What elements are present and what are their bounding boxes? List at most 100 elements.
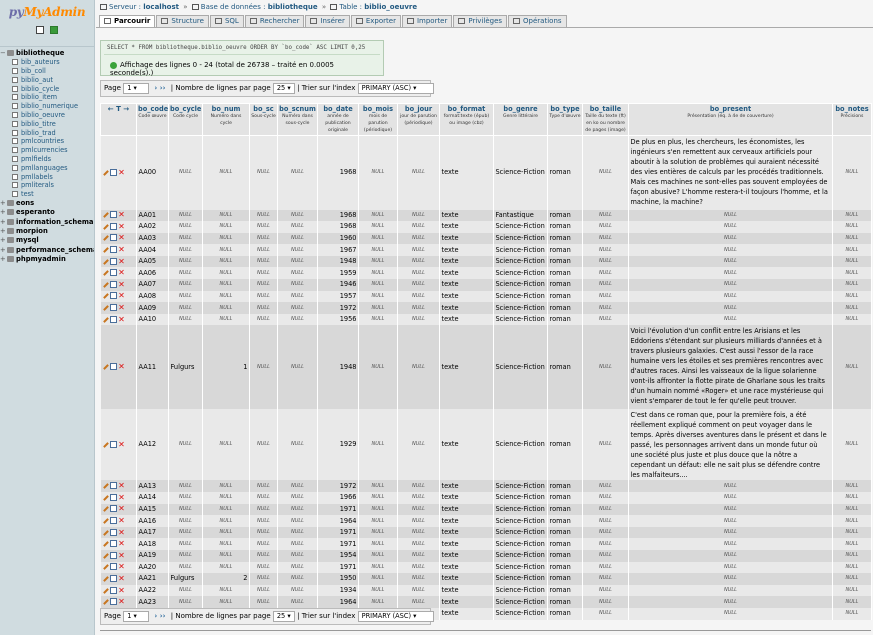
cell-notes[interactable]: NULL bbox=[832, 302, 872, 314]
cell-present[interactable]: NULL bbox=[628, 492, 833, 504]
expand-icon[interactable]: + bbox=[0, 246, 7, 255]
cell-type[interactable]: roman bbox=[547, 561, 583, 574]
table-item[interactable]: biblio_titre bbox=[0, 120, 94, 129]
column-header[interactable]: bo_cycle Code cycle bbox=[168, 103, 203, 136]
cell-date[interactable]: 1967 bbox=[317, 244, 359, 256]
edit-icon[interactable] bbox=[102, 494, 109, 501]
table-icon[interactable] bbox=[12, 164, 18, 171]
cell-cycle[interactable]: NULL bbox=[168, 209, 203, 222]
table-icon[interactable] bbox=[12, 85, 18, 92]
cell-date[interactable]: 1972 bbox=[317, 480, 359, 493]
cell-cycle[interactable]: NULL bbox=[168, 135, 203, 210]
column-name[interactable]: bo_type bbox=[549, 105, 581, 113]
table-row[interactable]: ✕ AA10 NULL NULL NULL NULL 1956 NULL NULL texte Sc… bbox=[100, 313, 872, 326]
cell-mois[interactable]: NULL bbox=[358, 244, 398, 256]
table-row[interactable]: ✕ AA03 NULL NULL NULL NULL 1960 NULL NULL texte Sc… bbox=[100, 232, 872, 245]
cell-genre[interactable]: Science-Fiction bbox=[493, 515, 548, 527]
cell-date[interactable]: 1968 bbox=[317, 209, 359, 222]
cell-cycle[interactable]: NULL bbox=[168, 279, 203, 291]
cell-cycle[interactable]: NULL bbox=[168, 538, 203, 550]
edit-icon[interactable] bbox=[102, 234, 109, 241]
cell-taille[interactable]: NULL bbox=[582, 325, 629, 410]
db-item[interactable]: + mysql bbox=[0, 236, 94, 245]
cell-num[interactable]: 1 bbox=[202, 325, 250, 410]
cell-format[interactable]: texte bbox=[439, 409, 494, 481]
cell-present[interactable]: NULL bbox=[628, 232, 833, 245]
cell-format[interactable]: texte bbox=[439, 480, 494, 493]
copy-icon[interactable] bbox=[110, 440, 117, 448]
table-icon[interactable] bbox=[12, 156, 18, 163]
copy-icon[interactable] bbox=[110, 482, 117, 490]
edit-icon[interactable] bbox=[102, 552, 109, 559]
cell-present[interactable]: NULL bbox=[628, 302, 833, 314]
copy-icon[interactable] bbox=[110, 292, 117, 300]
copy-icon[interactable] bbox=[110, 246, 117, 254]
cell-code[interactable]: AA12 bbox=[136, 409, 169, 481]
cell-format[interactable]: texte bbox=[439, 209, 494, 222]
cell-num[interactable]: NULL bbox=[202, 255, 250, 268]
cell-jour[interactable]: NULL bbox=[397, 480, 440, 493]
cell-jour[interactable]: NULL bbox=[397, 561, 440, 574]
cell-taille[interactable]: NULL bbox=[582, 313, 629, 326]
cell-code[interactable]: AA00 bbox=[136, 135, 169, 210]
cell-taille[interactable]: NULL bbox=[582, 526, 629, 539]
cell-code[interactable]: AA01 bbox=[136, 209, 169, 222]
cell-genre[interactable]: Science-Fiction bbox=[493, 135, 548, 210]
rows-per-page-select[interactable]: 25 ▾ bbox=[272, 610, 295, 622]
column-name[interactable]: bo_notes bbox=[834, 105, 870, 113]
table-icon[interactable] bbox=[12, 182, 18, 189]
table-row[interactable]: ✕ AA14 NULL NULL NULL NULL 1966 NULL NULL texte Sc… bbox=[100, 492, 872, 504]
table-row[interactable]: ✕ AA04 NULL NULL NULL NULL 1967 NULL NULL texte Sc… bbox=[100, 244, 872, 256]
cell-num[interactable]: NULL bbox=[202, 584, 250, 597]
table-icon[interactable] bbox=[12, 173, 18, 180]
cell-jour[interactable]: NULL bbox=[397, 135, 440, 210]
cell-date[interactable]: 1972 bbox=[317, 302, 359, 314]
page-select[interactable]: 1 ▾ bbox=[123, 82, 150, 94]
cell-taille[interactable]: NULL bbox=[582, 255, 629, 268]
cell-type[interactable]: roman bbox=[547, 232, 583, 245]
cell-genre[interactable]: Science-Fiction bbox=[493, 538, 548, 550]
table-icon[interactable] bbox=[12, 112, 18, 119]
cell-format[interactable]: texte bbox=[439, 561, 494, 574]
cell-format[interactable]: texte bbox=[439, 515, 494, 527]
cell-code[interactable]: AA15 bbox=[136, 503, 169, 516]
column-name[interactable]: bo_mois bbox=[360, 105, 396, 113]
cell-cycle[interactable]: NULL bbox=[168, 515, 203, 527]
cell-date[interactable]: 1968 bbox=[317, 135, 359, 210]
cell-sc[interactable]: NULL bbox=[249, 561, 278, 574]
cell-notes[interactable]: NULL bbox=[832, 232, 872, 245]
cell-scnum[interactable]: NULL bbox=[277, 313, 318, 326]
table-row[interactable]: ✕ AA19 NULL NULL NULL NULL 1954 NULL NULL texte Sc… bbox=[100, 550, 872, 562]
cell-genre[interactable]: Science-Fiction bbox=[493, 267, 548, 280]
cell-jour[interactable]: NULL bbox=[397, 244, 440, 256]
cell-num[interactable]: NULL bbox=[202, 135, 250, 210]
cell-sc[interactable]: NULL bbox=[249, 503, 278, 516]
cell-genre[interactable]: Science-Fiction bbox=[493, 279, 548, 291]
cell-type[interactable]: roman bbox=[547, 584, 583, 597]
cell-scnum[interactable]: NULL bbox=[277, 526, 318, 539]
copy-icon[interactable] bbox=[110, 168, 117, 176]
cell-num[interactable]: NULL bbox=[202, 290, 250, 303]
cell-format[interactable]: texte bbox=[439, 526, 494, 539]
edit-icon[interactable] bbox=[102, 363, 109, 370]
cell-taille[interactable]: NULL bbox=[582, 209, 629, 222]
table-icon[interactable] bbox=[12, 94, 18, 101]
edit-icon[interactable] bbox=[102, 292, 109, 299]
delete-icon[interactable]: ✕ bbox=[118, 482, 125, 490]
phpmyadmin-logo[interactable]: pyMyAdmin bbox=[0, 0, 94, 20]
cell-taille[interactable]: NULL bbox=[582, 607, 629, 620]
cell-jour[interactable]: NULL bbox=[397, 302, 440, 314]
cell-mois[interactable]: NULL bbox=[358, 596, 398, 608]
cell-date[interactable]: 1950 bbox=[317, 573, 359, 585]
delete-icon[interactable]: ✕ bbox=[118, 563, 125, 571]
table-icon[interactable] bbox=[12, 129, 18, 136]
cell-type[interactable]: roman bbox=[547, 538, 583, 550]
cell-cycle[interactable]: NULL bbox=[168, 409, 203, 481]
cell-taille[interactable]: NULL bbox=[582, 515, 629, 527]
cell-genre[interactable]: Science-Fiction bbox=[493, 480, 548, 493]
table-icon[interactable] bbox=[12, 68, 18, 75]
cell-format[interactable]: texte bbox=[439, 232, 494, 245]
cell-date[interactable]: 1966 bbox=[317, 492, 359, 504]
cell-sc[interactable]: NULL bbox=[249, 290, 278, 303]
table-row[interactable]: ✕ AA16 NULL NULL NULL NULL 1964 NULL NULL texte Sc… bbox=[100, 515, 872, 527]
